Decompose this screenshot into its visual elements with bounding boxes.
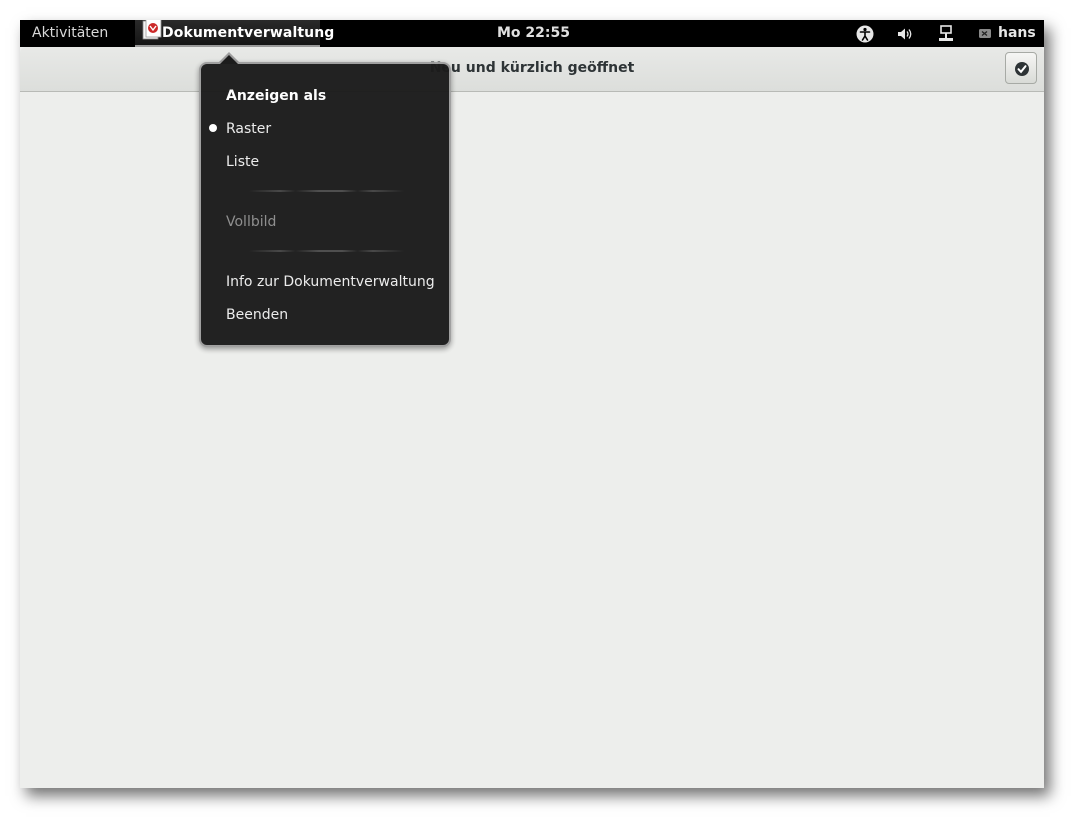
selection-mode-button[interactable] (1005, 52, 1037, 84)
user-menu[interactable]: hans (998, 25, 1036, 41)
menu-item-quit[interactable]: Beenden (226, 307, 288, 323)
menu-item-fullscreen[interactable]: Vollbild (226, 214, 276, 230)
view-as-heading: Anzeigen als (226, 88, 327, 104)
menu-separator (249, 190, 404, 192)
menu-item-about[interactable]: Info zur Dokumentverwaltung (226, 274, 435, 290)
header-bar: Neu und kürzlich geöffnet (20, 47, 1044, 92)
chat-icon[interactable] (976, 24, 996, 44)
app-menu-button[interactable]: Dokumentverwaltung (135, 20, 334, 47)
clock[interactable]: Mo 22:55 (497, 25, 570, 41)
popup-arrow-fill (220, 55, 238, 64)
menu-separator (249, 250, 404, 252)
top-bar: Aktivitäten Dokumentverwaltung Mo 22:55 (20, 20, 1044, 47)
desktop-screen: Aktivitäten Dokumentverwaltung Mo 22:55 (20, 20, 1044, 788)
checkmark-icon (1015, 62, 1029, 76)
selected-radio-indicator (209, 124, 217, 132)
volume-icon[interactable] (895, 24, 915, 44)
view-title: Neu und kürzlich geöffnet (429, 60, 635, 76)
app-name-label: Dokumentverwaltung (162, 25, 335, 41)
menu-item-list[interactable]: Liste (226, 154, 259, 170)
accessibility-icon[interactable] (855, 24, 875, 44)
documents-app-icon (142, 20, 162, 40)
menu-item-grid[interactable]: Raster (226, 121, 271, 137)
app-menu-popup: Anzeigen als Raster Liste Vollbild Info … (199, 62, 451, 347)
network-icon[interactable] (936, 24, 956, 44)
activities-button[interactable]: Aktivitäten (32, 25, 108, 41)
